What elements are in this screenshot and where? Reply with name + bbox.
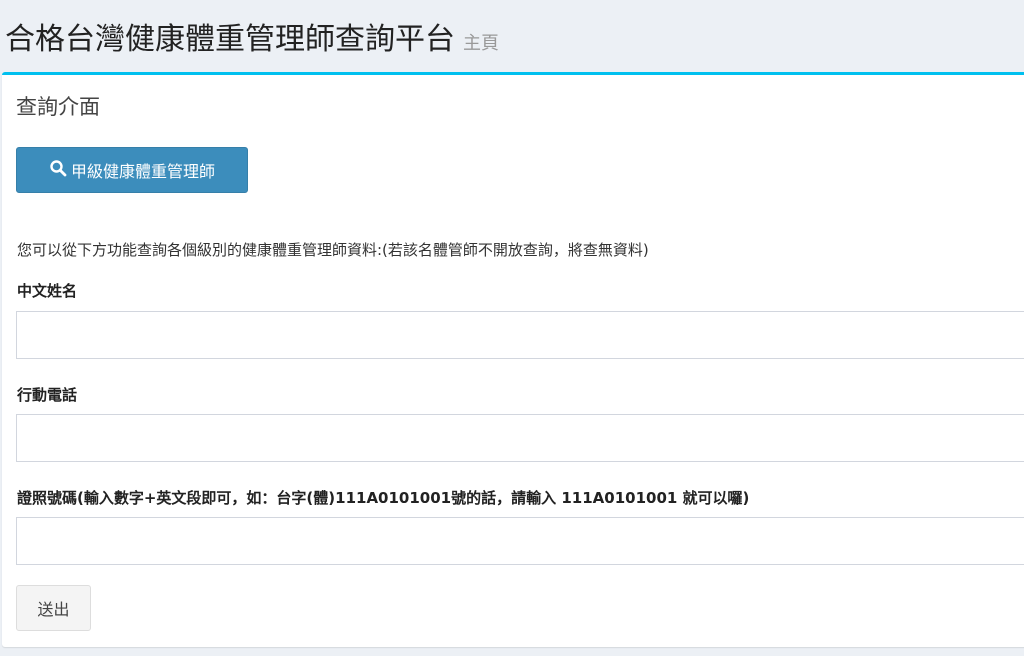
grade-a-manager-button[interactable]: 甲級健康體重管理師 [16, 147, 248, 193]
page-title-text: 合格台灣健康體重管理師查詢平台 [5, 22, 455, 57]
panel-title: 查詢介面 [16, 95, 100, 119]
certificate-number-label: 證照號碼(輸入數字+英文段即可，如：台字(體)111A0101001號的話，請輸… [17, 489, 750, 507]
page-title: 合格台灣健康體重管理師查詢平台 主頁 [5, 14, 499, 58]
mobile-phone-input[interactable] [16, 414, 1024, 462]
search-icon [49, 159, 67, 181]
certificate-number-input[interactable] [16, 517, 1024, 565]
chinese-name-label: 中文姓名 [17, 282, 78, 300]
page-subtitle: 主頁 [463, 33, 499, 54]
grade-a-manager-button-label: 甲級健康體重管理師 [70, 162, 215, 181]
mobile-phone-label: 行動電話 [17, 386, 78, 404]
chinese-name-input[interactable] [16, 311, 1024, 359]
submit-button[interactable]: 送出 [16, 585, 91, 631]
intro-text: 您可以從下方功能查詢各個級別的健康體重管理師資料:(若該名體管師不開放查詢，將查… [17, 241, 649, 259]
page-header: 合格台灣健康體重管理師查詢平台 主頁 [0, 0, 1024, 72]
query-panel: 查詢介面 甲級健康體重管理師 您可以從下方功能查詢各個級別的健康體重管理師資料:… [2, 72, 1024, 647]
